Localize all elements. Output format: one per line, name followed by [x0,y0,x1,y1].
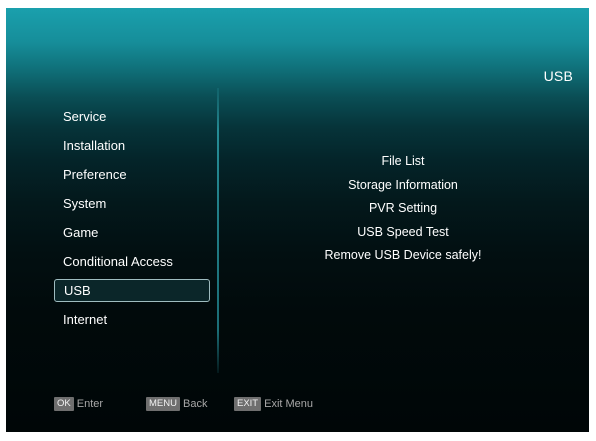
ok-enter-hint[interactable]: OK Enter [54,397,126,411]
usb-submenu: File List Storage Information PVR Settin… [218,150,588,268]
menu-item-usb[interactable]: USB [54,279,210,302]
page-title: USB [543,68,573,84]
ok-key-icon: OK [54,397,74,411]
menu-item-preference[interactable]: Preference [54,160,214,189]
submenu-item-storage-information[interactable]: Storage Information [218,174,588,198]
submenu-item-usb-speed-test[interactable]: USB Speed Test [218,221,588,245]
menu-item-system[interactable]: System [54,189,214,218]
menu-item-conditional-access[interactable]: Conditional Access [54,247,214,276]
menu-item-service[interactable]: Service [54,102,214,131]
exit-key-icon: EXIT [234,397,262,411]
submenu-item-remove-usb-device[interactable]: Remove USB Device safely! [218,244,588,268]
menu-item-game[interactable]: Game [54,218,214,247]
menu-key-icon: MENU [146,397,180,411]
menu-item-internet[interactable]: Internet [54,305,214,334]
submenu-item-file-list[interactable]: File List [218,150,588,174]
footer-hints: OK Enter MENU Back EXIT Exit Menu [54,396,333,412]
submenu-item-pvr-setting[interactable]: PVR Setting [218,197,588,221]
exit-menu-label: Exit Menu [264,398,314,410]
back-label: Back [182,398,208,410]
menu-back-hint[interactable]: MENU Back [146,397,220,411]
main-menu: Service Installation Preference System G… [54,102,214,334]
menu-item-installation[interactable]: Installation [54,131,214,160]
stb-screen: USB Service Installation Preference Syst… [6,8,589,432]
exit-menu-hint[interactable]: EXIT Exit Menu [234,397,313,411]
enter-label: Enter [76,398,104,410]
